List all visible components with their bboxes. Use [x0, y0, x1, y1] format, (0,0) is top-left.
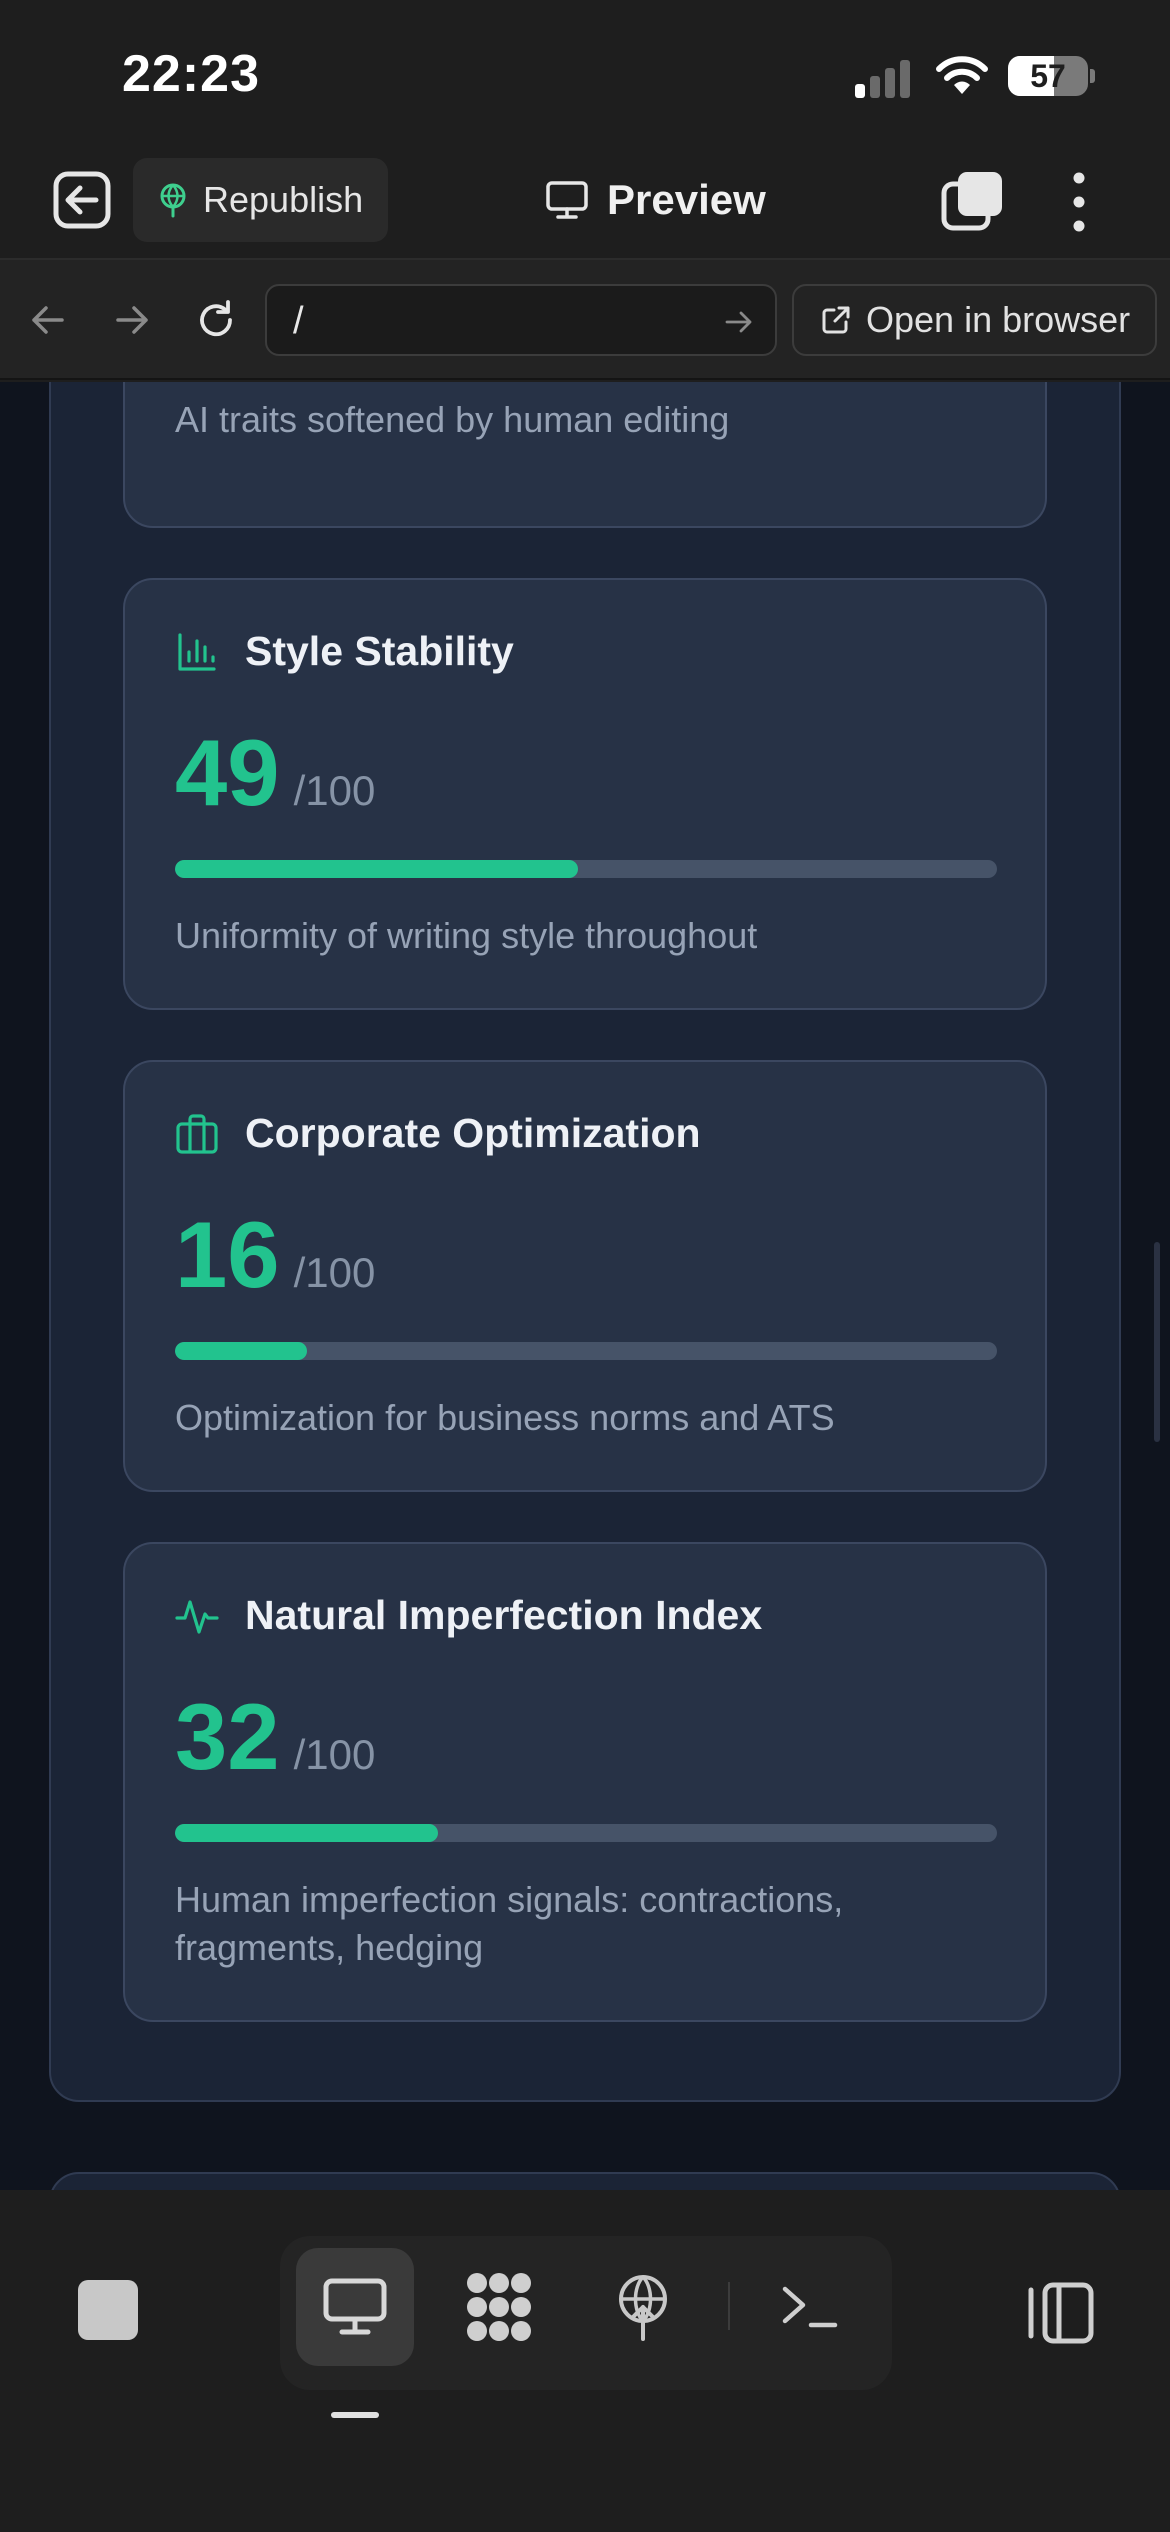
bottom-toolbar: [0, 2190, 1170, 2532]
metric-card-natural-imperfection: Natural Imperfection Index 32 /100 Human…: [123, 1542, 1047, 2022]
preview-monitor-icon: [323, 2278, 387, 2335]
tab-deploy[interactable]: [584, 2248, 702, 2366]
metric-card-style-stability: Style Stability 49 /100 Uniformity of wr…: [123, 578, 1047, 1010]
more-vertical-icon[interactable]: [1060, 170, 1098, 234]
preview-title: Preview: [545, 170, 766, 230]
metric-progress-bar: [175, 1824, 997, 1842]
open-in-browser-button[interactable]: Open in browser: [792, 284, 1157, 356]
stop-icon[interactable]: [78, 2280, 138, 2340]
terminal-icon: [782, 2286, 838, 2328]
url-input[interactable]: /: [265, 284, 777, 356]
metric-score-value: 16: [175, 1202, 280, 1307]
metric-score-value: 49: [175, 720, 280, 825]
tabs-icon[interactable]: [940, 168, 1006, 234]
wifi-icon: [936, 56, 988, 94]
tab-apps[interactable]: [440, 2248, 558, 2366]
forward-arrow-icon[interactable]: [110, 298, 154, 342]
metric-card-partial: AI traits softened by human editing: [123, 382, 1047, 528]
monitor-icon: [546, 181, 588, 219]
exit-icon[interactable]: [50, 168, 114, 232]
scrollbar[interactable]: [1154, 1242, 1160, 1442]
metric-title: Corporate Optimization: [245, 1110, 701, 1156]
activity-icon: [175, 1599, 219, 1634]
metric-description: Uniformity of writing style throughout: [175, 915, 758, 956]
cluster-icon: [467, 2273, 531, 2341]
republish-button[interactable]: Republish: [133, 158, 388, 242]
next-section-panel: [49, 2172, 1121, 2190]
metric-score-scale: /100: [293, 767, 376, 814]
metric-score-value: 32: [175, 1684, 280, 1789]
metric-score: 16 /100: [175, 1208, 375, 1302]
metric-progress-bar: [175, 860, 997, 878]
active-tab-indicator: [331, 2412, 379, 2418]
cellular-signal-icon: [855, 58, 915, 98]
metric-description: Human imperfection signals: contractions…: [175, 1879, 844, 1968]
metric-title-row: Style Stability: [175, 628, 514, 675]
tab-divider: [728, 2282, 730, 2330]
metric-title-row: Natural Imperfection Index: [175, 1592, 762, 1639]
preview-label: Preview: [607, 176, 766, 223]
tab-preview[interactable]: [296, 2248, 414, 2366]
metric-score-scale: /100: [293, 1249, 376, 1296]
tab-switcher: [280, 2236, 892, 2390]
web-preview: AI traits softened by human editing Styl…: [0, 382, 1170, 2190]
bar-chart-icon: [178, 632, 216, 671]
metric-title: Natural Imperfection Index: [245, 1592, 763, 1638]
metric-title-row: Corporate Optimization: [175, 1110, 701, 1157]
status-bar: 22:23 57: [0, 0, 1170, 140]
browser-bar: / Open in browser: [0, 260, 1170, 380]
metric-score: 49 /100: [175, 726, 375, 820]
battery-nub: [1090, 69, 1095, 83]
metric-score-scale: /100: [293, 1731, 376, 1778]
deploy-globe-icon: [619, 2275, 667, 2341]
sidebar-toggle-icon[interactable]: [1026, 2280, 1096, 2346]
back-arrow-icon[interactable]: [26, 298, 70, 342]
go-arrow-icon[interactable]: [723, 306, 755, 338]
battery-percent: 57: [1030, 58, 1066, 94]
tab-shell[interactable]: [750, 2248, 868, 2366]
metric-card-corporate-optimization: Corporate Optimization 16 /100 Optimizat…: [123, 1060, 1047, 1492]
reload-icon[interactable]: [194, 298, 238, 342]
app-toolbar: Republish Preview: [0, 140, 1170, 260]
status-time: 22:23: [122, 45, 260, 103]
metric-progress-bar: [175, 1342, 997, 1360]
battery-icon: 57: [1008, 56, 1088, 96]
external-link-icon: [822, 306, 850, 334]
republish-label: Republish: [203, 179, 364, 220]
metric-score: 32 /100: [175, 1690, 375, 1784]
url-text: /: [293, 300, 304, 342]
metric-title: Style Stability: [245, 628, 514, 674]
metric-description: Optimization for business norms and ATS: [175, 1397, 835, 1438]
open-in-browser-label: Open in browser: [866, 299, 1131, 340]
metric-description: AI traits softened by human editing: [175, 399, 730, 440]
globe-sprout-icon: [160, 183, 186, 218]
briefcase-icon: [176, 1113, 218, 1154]
